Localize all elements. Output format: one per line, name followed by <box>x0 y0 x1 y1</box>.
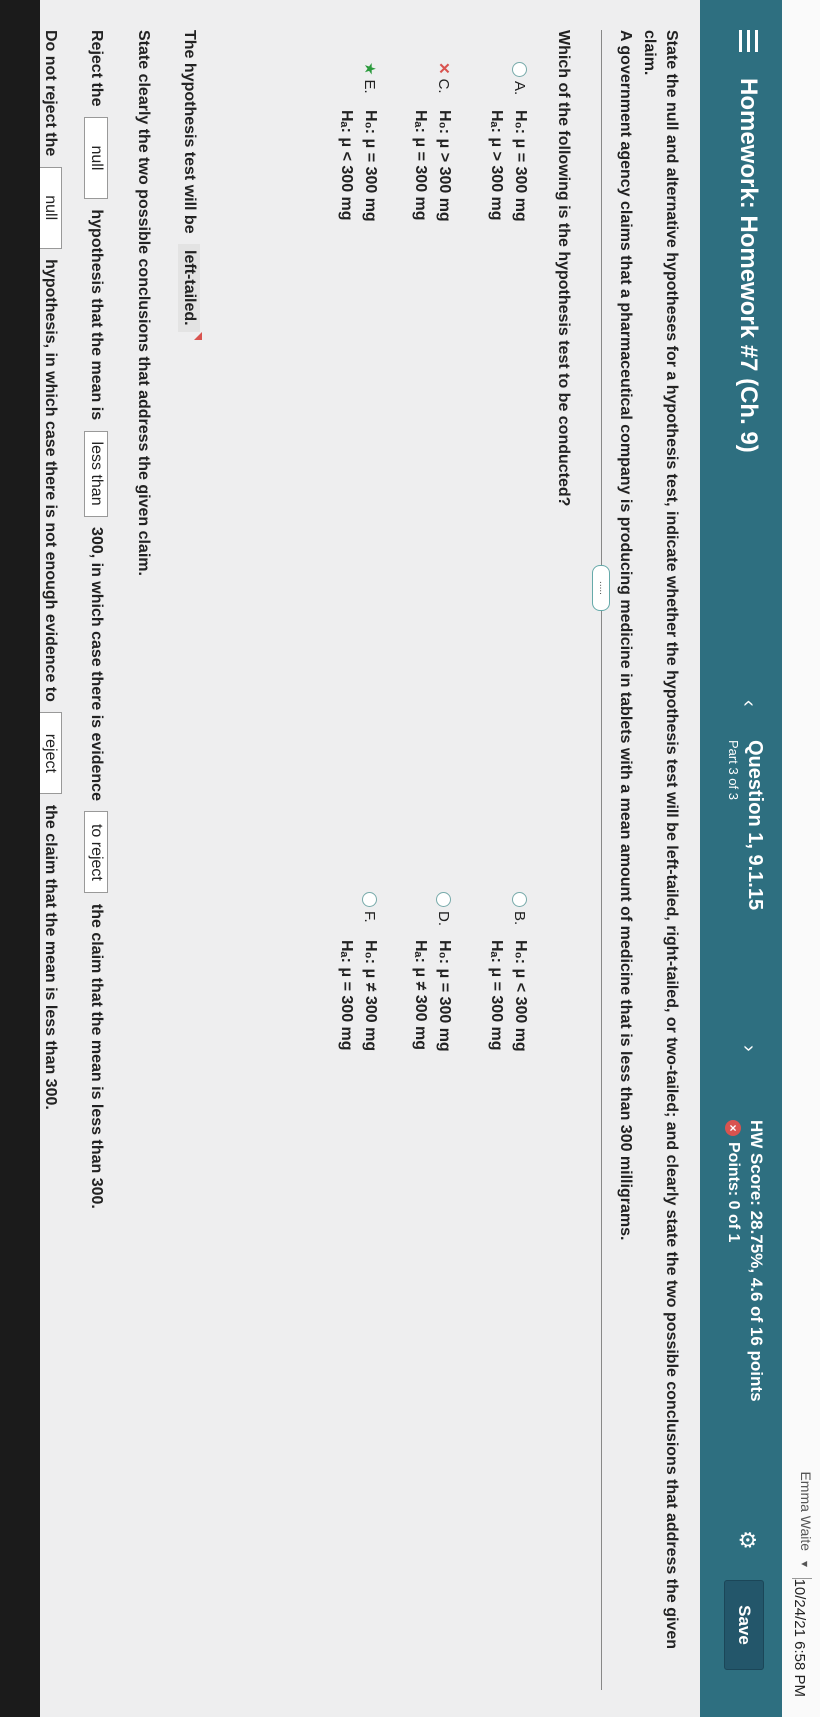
alternative-hypothesis: Hₐ: μ < 300 mg <box>338 110 355 221</box>
incorrect-x-icon: ✕ <box>435 62 452 75</box>
reject-hypothesis-box[interactable]: null <box>84 116 108 199</box>
option-letter: F. <box>361 911 378 923</box>
option-f[interactable]: F. H₀: μ ≠ 300 mg Hₐ: μ = 300 mg <box>334 892 382 1052</box>
alternative-hypothesis: Hₐ: μ ≠ 300 mg <box>412 940 429 1050</box>
reject-conclusion: Reject the null hypothesis that the mean… <box>84 30 108 1209</box>
homework-title: Homework: Homework #7 (Ch. 9) <box>735 78 762 453</box>
null-hypothesis: H₀: μ > 300 mg <box>436 110 453 222</box>
radio-icon[interactable] <box>511 62 527 77</box>
reject-middle: hypothesis that the mean is <box>88 209 105 421</box>
null-hypothesis: H₀: μ = 300 mg <box>436 940 453 1052</box>
expand-button[interactable]: ..... <box>592 565 610 611</box>
option-d[interactable]: D. H₀: μ = 300 mg Hₐ: μ ≠ 300 mg <box>408 892 456 1052</box>
not-reject-hypothesis-box[interactable]: null <box>38 166 62 249</box>
option-letter: C. <box>435 78 452 94</box>
option-c[interactable]: ✕ C. H₀: μ > 300 mg Hₐ: μ = 300 mg <box>408 62 456 222</box>
question-content: State the null and alternative hypothese… <box>0 0 700 1717</box>
option-b[interactable]: B. H₀: μ < 300 mg Hₐ: μ = 300 mg <box>484 892 532 1052</box>
monitor-bezel <box>0 0 40 1717</box>
option-e[interactable]: ★ E. H₀: μ = 300 mg Hₐ: μ < 300 mg <box>334 62 382 222</box>
gear-icon[interactable]: ⚙ <box>735 1530 760 1552</box>
question-prompt: Which of the following is the hypothesis… <box>555 30 572 507</box>
menu-icon[interactable] <box>739 30 758 52</box>
not-reject-middle: hypothesis, in which case there is not e… <box>42 259 59 702</box>
instructions: State the null and alternative hypothese… <box>641 30 680 1649</box>
option-b-marker: B. <box>507 892 531 940</box>
null-hypothesis: H₀: μ = 300 mg <box>362 110 379 222</box>
user-name-label: Emma Waite <box>798 1471 814 1552</box>
points: × Points: 0 of 1 <box>724 1120 742 1402</box>
alternative-hypothesis: Hₐ: μ = 300 mg <box>412 110 429 221</box>
option-c-marker: ✕ C. <box>431 62 455 110</box>
score-box: HW Score: 28.75%, 4.6 of 16 points × Poin… <box>724 1120 766 1402</box>
reject-middle2: 300, in which case there is evidence <box>88 527 105 801</box>
reject-prefix: Reject the <box>88 30 105 107</box>
option-letter: B. <box>511 911 528 926</box>
reject-suffix: the claim that the mean is less than 300… <box>88 903 105 1209</box>
conclusions-prompt: State clearly the two possible conclusio… <box>135 30 152 576</box>
option-letter: A. <box>511 81 528 96</box>
radio-icon[interactable] <box>361 892 377 907</box>
next-question-icon[interactable]: › <box>737 1045 760 1052</box>
hw-score: HW Score: 28.75%, 4.6 of 16 points <box>747 1120 766 1402</box>
previous-question-icon[interactable]: ‹ <box>737 700 760 707</box>
screen: Emma Waite ▾ 10/24/21 6:58 PM Homework: … <box>0 0 820 1717</box>
user-name[interactable]: Emma Waite ▾ <box>798 1471 814 1567</box>
option-f-marker: F. <box>357 892 381 940</box>
not-reject-prefix: Do not reject the <box>42 30 59 157</box>
null-hypothesis: H₀: μ < 300 mg <box>512 940 529 1052</box>
question-title: Question 1, 9.1.15 <box>744 740 766 911</box>
radio-icon[interactable] <box>435 892 451 907</box>
option-letter: E. <box>361 79 378 94</box>
alternative-hypothesis: Hₐ: μ = 300 mg <box>338 940 355 1051</box>
question-info: Question 1, 9.1.15 Part 3 of 3 <box>726 740 766 910</box>
user-icon: ▾ <box>798 1560 812 1567</box>
tail-answer[interactable]: left-tailed. <box>178 244 200 332</box>
question-part: Part 3 of 3 <box>726 740 741 800</box>
claim-text: A government agency claims that a pharma… <box>617 30 634 1241</box>
reject-evidence-box[interactable]: to reject <box>84 811 108 894</box>
option-a[interactable]: A. H₀: μ = 300 mg Hₐ: μ > 300 mg <box>484 62 532 222</box>
incorrect-icon: × <box>725 1120 741 1136</box>
save-button[interactable]: Save <box>724 1580 764 1670</box>
null-hypothesis: H₀: μ ≠ 300 mg <box>362 940 379 1052</box>
not-reject-suffix: the claim that the mean is less than 300… <box>42 804 59 1110</box>
option-a-marker: A. <box>507 62 531 110</box>
option-d-marker: D. <box>431 892 455 940</box>
divider <box>601 30 602 1690</box>
not-reject-evidence-box[interactable]: reject <box>38 712 62 795</box>
correct-star-icon: ★ <box>361 62 378 76</box>
option-letter: D. <box>435 911 452 926</box>
alternative-hypothesis: Hₐ: μ > 300 mg <box>488 110 505 221</box>
top-bar: Emma Waite ▾ 10/24/21 6:58 PM <box>781 0 820 1717</box>
tail-prefix: The hypothesis test will be <box>181 30 198 234</box>
option-e-marker: ★ E. <box>357 62 381 110</box>
radio-icon[interactable] <box>511 892 527 907</box>
alternative-hypothesis: Hₐ: μ = 300 mg <box>488 940 505 1051</box>
points-label: Points: 0 of 1 <box>725 1142 742 1243</box>
header: Homework: Homework #7 (Ch. 9) ‹ Question… <box>700 0 782 1717</box>
not-reject-conclusion: Do not reject the null hypothesis, in wh… <box>38 30 62 1110</box>
reject-comparison-box[interactable]: less than <box>84 430 108 517</box>
null-hypothesis: H₀: μ = 300 mg <box>512 110 529 222</box>
tail-statement: The hypothesis test will be left-tailed. <box>178 30 200 338</box>
datetime: 10/24/21 6:58 PM <box>791 1578 808 1697</box>
